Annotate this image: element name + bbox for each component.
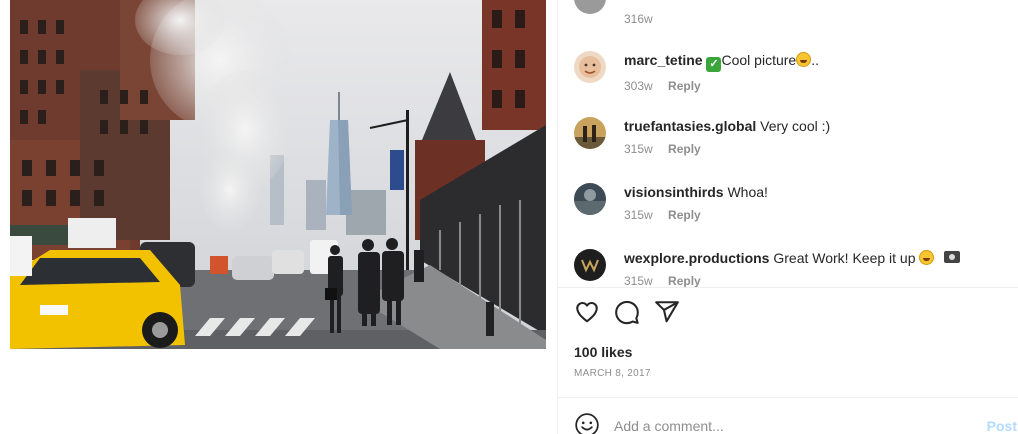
avatar[interactable] [574,0,606,14]
grinning-emoji-icon [919,250,935,265]
avatar[interactable] [574,249,606,281]
comments-list[interactable]: 316w marc_tetine ✓ Cool picture.. 303w R… [558,0,1018,287]
comment-time[interactable]: 315w [624,142,653,156]
post-sidebar: 316w marc_tetine ✓ Cool picture.. 303w R… [557,0,1018,434]
post-date: MARCH 8, 2017 [574,368,651,379]
avatar[interactable] [574,183,606,215]
reply-button[interactable]: Reply [668,142,701,156]
paper-plane-icon [655,301,679,323]
heart-icon [576,301,598,323]
comment-button[interactable] [614,299,642,327]
comment-bubble-icon [615,300,639,325]
comment-text: Great Work! Keep it up [773,250,916,266]
comment-time[interactable]: 315w [624,208,653,222]
city-street-image [10,0,546,349]
comment-text: Whoa! [727,184,768,200]
comment-username[interactable]: truefantasies.global [624,118,756,134]
add-comment-input[interactable] [614,416,994,434]
comment-username[interactable]: marc_tetine [624,52,703,68]
divider [558,287,1018,288]
smiley-icon [575,413,599,434]
like-button[interactable] [574,299,602,327]
emoji-picker-button[interactable] [574,412,600,434]
post-comment-button[interactable]: Post [987,418,1017,434]
avatar[interactable] [574,51,606,83]
share-button[interactable] [654,299,682,327]
comment-text: Cool picture [721,52,797,68]
comment-time[interactable]: 303w [624,79,653,93]
add-comment-bar: Post [558,398,1018,434]
comment-text: Very cool :) [760,118,831,134]
reply-button[interactable]: Reply [668,274,701,287]
action-bar [574,299,1014,327]
comment-time: 316w [624,12,653,26]
avatar[interactable] [574,117,606,149]
comment-text-suffix: .. [811,52,819,68]
camera-emoji-icon [944,251,961,263]
check-mark-emoji-icon: ✓ [706,57,722,72]
reply-button[interactable]: Reply [668,79,701,93]
post-photo[interactable] [10,0,546,349]
likes-count[interactable]: 100 likes [574,343,632,361]
comment-username[interactable]: wexplore.productions [624,250,769,266]
comment-time[interactable]: 315w [624,274,653,287]
grinning-emoji-icon [796,52,812,67]
comment-username[interactable]: visionsinthirds [624,184,724,200]
reply-button[interactable]: Reply [668,208,701,222]
